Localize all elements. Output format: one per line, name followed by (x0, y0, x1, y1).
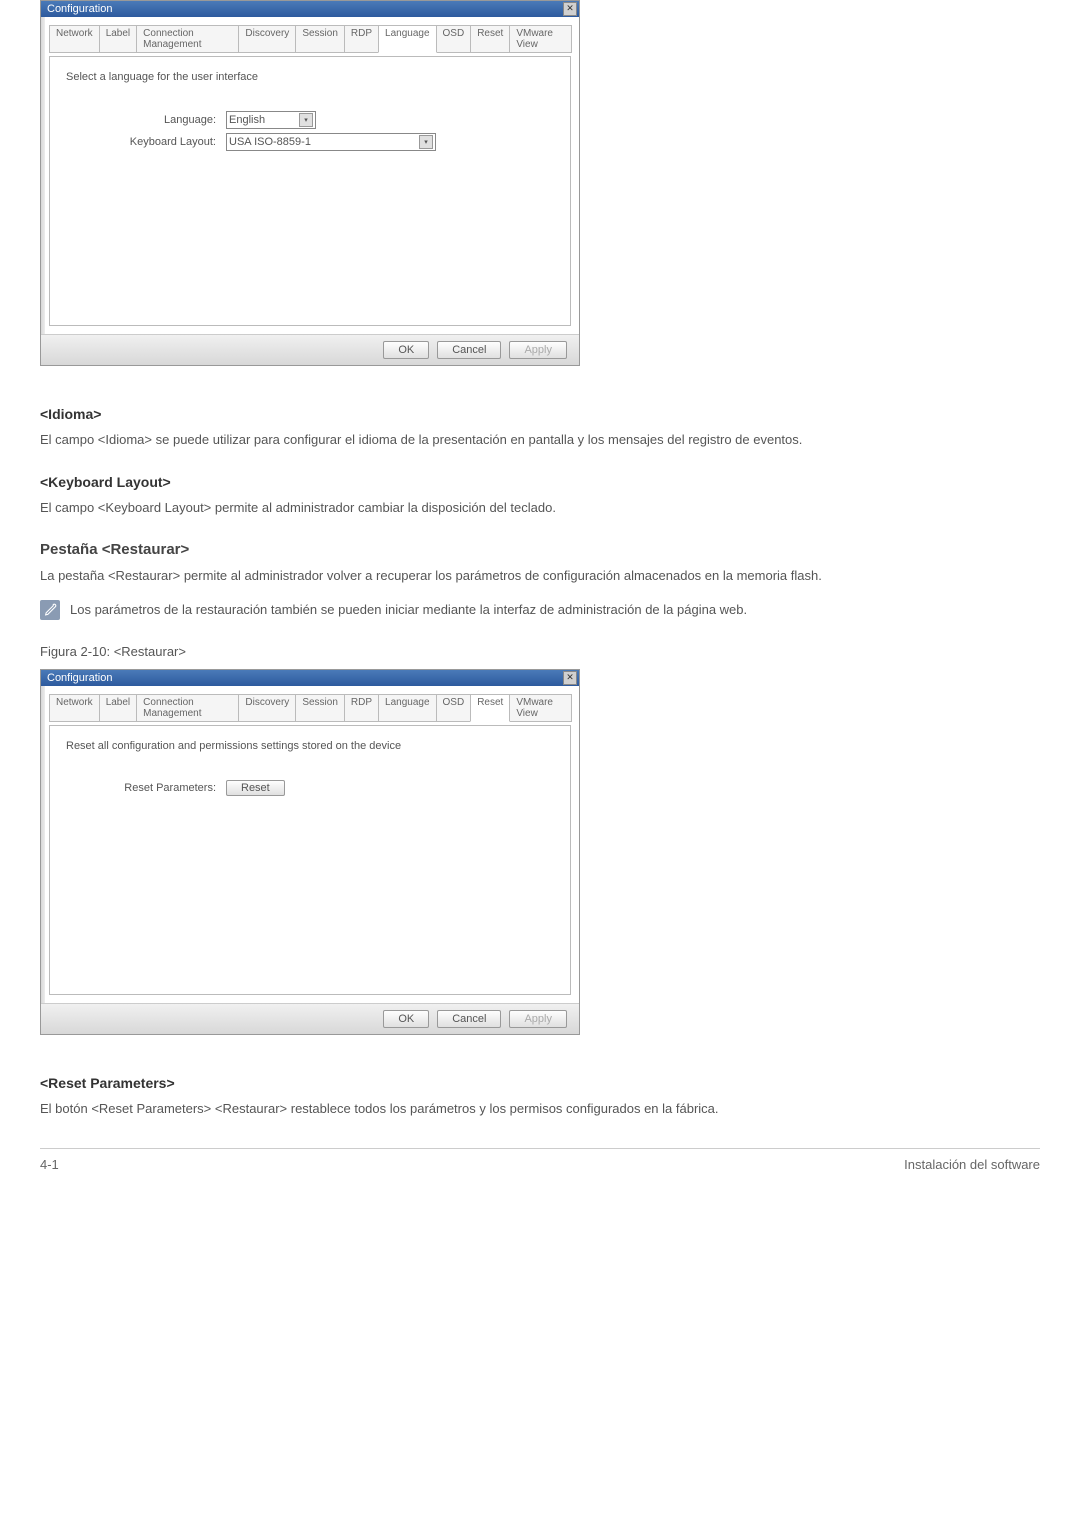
cancel-button[interactable]: Cancel (437, 341, 501, 359)
text-idioma: El campo <Idioma> se puede utilizar para… (40, 430, 1040, 450)
tab-language[interactable]: Language (378, 25, 437, 53)
chevron-down-icon: ▾ (299, 113, 313, 127)
tab-session[interactable]: Session (295, 25, 345, 53)
page-footer: 4-1 Instalación del software (40, 1148, 1040, 1192)
tab-osd[interactable]: OSD (436, 25, 472, 53)
tab-osd[interactable]: OSD (436, 694, 472, 722)
language-select[interactable]: English ▾ (226, 111, 316, 129)
chevron-down-icon: ▾ (419, 135, 433, 149)
language-value: English (229, 114, 265, 126)
tab-session[interactable]: Session (295, 694, 345, 722)
apply-button[interactable]: Apply (509, 341, 567, 359)
cancel-button[interactable]: Cancel (437, 1010, 501, 1028)
dialog-body: Network Label Connection Management Disc… (41, 17, 579, 334)
heading-keyboard-layout: <Keyboard Layout> (40, 474, 1040, 490)
tab-discovery[interactable]: Discovery (238, 25, 296, 53)
note-row: Los parámetros de la restauración tambié… (40, 600, 1040, 620)
close-icon[interactable]: ✕ (563, 2, 577, 16)
text-reset-parameters: El botón <Reset Parameters> <Restaurar> … (40, 1099, 1040, 1119)
instruction-text: Reset all configuration and permissions … (66, 740, 554, 752)
dialog-title: Configuration (47, 672, 112, 684)
dialog-button-bar: OK Cancel Apply (41, 1003, 579, 1034)
section-keyboard-layout: <Keyboard Layout> El campo <Keyboard Lay… (40, 474, 1040, 518)
heading-reset-parameters: <Reset Parameters> (40, 1075, 1040, 1091)
dialog-title: Configuration (47, 3, 112, 15)
reset-button[interactable]: Reset (226, 780, 285, 796)
configuration-dialog-language: Configuration ✕ Network Label Connection… (40, 0, 580, 366)
language-label: Language: (66, 114, 226, 126)
text-keyboard-layout: El campo <Keyboard Layout> permite al ad… (40, 498, 1040, 518)
tab-rdp[interactable]: RDP (344, 694, 379, 722)
tab-connection-management[interactable]: Connection Management (136, 694, 239, 722)
reset-row: Reset Parameters: Reset (66, 780, 554, 796)
tab-strip: Network Label Connection Management Disc… (49, 25, 571, 53)
tab-discovery[interactable]: Discovery (238, 694, 296, 722)
tab-reset[interactable]: Reset (470, 25, 510, 53)
heading-restaurar: Pestaña <Restaurar> (40, 541, 1040, 558)
footer-title: Instalación del software (904, 1157, 1040, 1172)
ok-button[interactable]: OK (383, 1010, 429, 1028)
tab-reset[interactable]: Reset (470, 694, 510, 722)
tab-rdp[interactable]: RDP (344, 25, 379, 53)
tab-vmware-view[interactable]: VMware View (509, 25, 572, 53)
configuration-dialog-reset: Configuration ✕ Network Label Connection… (40, 669, 580, 1035)
tab-strip: Network Label Connection Management Disc… (49, 694, 571, 722)
apply-button[interactable]: Apply (509, 1010, 567, 1028)
figure-caption: Figura 2-10: <Restaurar> (40, 644, 1040, 659)
note-text: Los parámetros de la restauración tambié… (70, 600, 747, 620)
language-row: Language: English ▾ (66, 111, 554, 129)
tab-vmware-view[interactable]: VMware View (509, 694, 572, 722)
tab-network[interactable]: Network (49, 25, 100, 53)
keyboard-value: USA ISO-8859-1 (229, 136, 311, 148)
tab-connection-management[interactable]: Connection Management (136, 25, 239, 53)
section-reset-parameters: <Reset Parameters> El botón <Reset Param… (40, 1075, 1040, 1119)
page-number: 4-1 (40, 1157, 59, 1172)
tab-content: Reset all configuration and permissions … (49, 725, 571, 995)
ok-button[interactable]: OK (383, 341, 429, 359)
tab-label[interactable]: Label (99, 694, 137, 722)
keyboard-row: Keyboard Layout: USA ISO-8859-1 ▾ (66, 133, 554, 151)
dialog-title-bar: Configuration ✕ (41, 1, 579, 17)
heading-idioma: <Idioma> (40, 406, 1040, 422)
note-icon (40, 600, 60, 620)
dialog-body: Network Label Connection Management Disc… (41, 686, 579, 1003)
dialog-button-bar: OK Cancel Apply (41, 334, 579, 365)
reset-label: Reset Parameters: (66, 782, 226, 794)
section-restaurar: Pestaña <Restaurar> La pestaña <Restaura… (40, 541, 1040, 620)
keyboard-select[interactable]: USA ISO-8859-1 ▾ (226, 133, 436, 151)
tab-content: Select a language for the user interface… (49, 56, 571, 326)
close-icon[interactable]: ✕ (563, 671, 577, 685)
keyboard-label: Keyboard Layout: (66, 136, 226, 148)
text-restaurar: La pestaña <Restaurar> permite al admini… (40, 566, 1040, 586)
dialog-title-bar: Configuration ✕ (41, 670, 579, 686)
section-idioma: <Idioma> El campo <Idioma> se puede util… (40, 406, 1040, 450)
tab-label[interactable]: Label (99, 25, 137, 53)
tab-language[interactable]: Language (378, 694, 437, 722)
tab-network[interactable]: Network (49, 694, 100, 722)
instruction-text: Select a language for the user interface (66, 71, 554, 83)
